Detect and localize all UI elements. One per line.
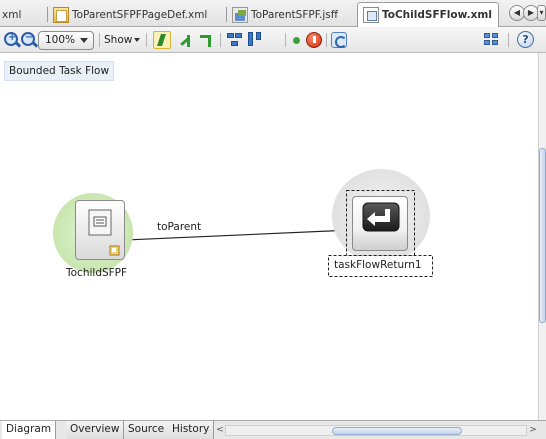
tab-toparentsfpf-jsff[interactable]: ToParentSFPF.jsff: [226, 3, 339, 27]
scroll-left-icon[interactable]: <: [215, 423, 225, 438]
toolbar-divider: [220, 33, 221, 47]
zoom-level-select[interactable]: 100%: [38, 31, 94, 50]
tab-label: ToParentSFPF.jsff: [251, 9, 339, 21]
align-vertical-icon[interactable]: [248, 32, 264, 48]
error-stop-icon[interactable]: [306, 32, 322, 48]
refresh-diagram-icon[interactable]: [331, 32, 347, 48]
jsff-file-icon: [232, 7, 248, 23]
horizontal-scroll-thumb[interactable]: [332, 427, 462, 435]
return-activity-box[interactable]: [352, 196, 408, 251]
chevron-down-icon: [80, 38, 88, 43]
tab-overview[interactable]: Overview: [66, 421, 125, 439]
diagram-canvas[interactable]: Bounded Task Flow toParent TochildSFPF t…: [0, 53, 538, 420]
tab-tochildsfflow[interactable]: ToChildSFFlow.xml: [357, 2, 499, 27]
tab-label: ToParentSFPFPageDef.xml: [72, 9, 208, 21]
select-tool-icon[interactable]: [153, 31, 171, 49]
xml-file-icon: [53, 7, 69, 23]
editor-view-tabs: Diagram Overview Source History < >: [0, 420, 546, 439]
editor-tab-strip: xml ToParentSFPFPageDef.xml ToParentSFPF…: [0, 0, 546, 27]
tab-diagram[interactable]: Diagram: [2, 421, 57, 439]
toolbar-divider: [285, 33, 286, 47]
green-dot-icon[interactable]: [293, 37, 300, 44]
help-icon[interactable]: ?: [517, 31, 534, 48]
control-flow-case-icon[interactable]: [178, 32, 194, 48]
tab-history[interactable]: History: [168, 421, 215, 439]
zoom-in-button[interactable]: +: [4, 32, 20, 48]
toolbar-divider: [99, 33, 100, 47]
tab-separator: [47, 7, 48, 22]
horizontal-scrollbar[interactable]: < >: [215, 423, 546, 438]
show-label: Show: [104, 34, 133, 46]
toolbar-divider: [326, 33, 327, 47]
zoom-out-icon: −: [21, 32, 35, 46]
tab-separator: [226, 7, 227, 22]
tab-source[interactable]: Source: [124, 421, 170, 439]
chevron-down-icon: [134, 38, 141, 42]
show-menu-button[interactable]: Show: [104, 32, 141, 48]
tab-toparentsfpfpagedef[interactable]: ToParentSFPFPageDef.xml: [47, 3, 208, 27]
toolbar-divider: [146, 33, 147, 47]
taskflow-file-icon: [363, 7, 379, 23]
return-activity-label: taskFlowReturn1: [334, 259, 422, 271]
vertical-scroll-thumb[interactable]: [539, 148, 546, 323]
vertical-scrollbar[interactable]: [538, 53, 546, 420]
zoom-out-button[interactable]: −: [21, 32, 37, 48]
horizontal-scroll-track[interactable]: [225, 425, 527, 436]
tab-label: xml: [2, 9, 22, 21]
zoom-level-value: 100%: [45, 34, 76, 46]
tab-list-dropdown-icon[interactable]: ▾: [537, 5, 546, 21]
tab-xml[interactable]: xml: [2, 3, 21, 27]
wildcard-flow-icon[interactable]: [198, 32, 214, 48]
layout-grid-icon[interactable]: [484, 33, 500, 47]
align-horizontal-icon[interactable]: [227, 32, 243, 48]
tab-label: ToChildSFFlow.xml: [382, 9, 492, 21]
toolbar-divider: [508, 33, 509, 47]
zoom-in-icon: +: [4, 32, 18, 46]
scroll-right-icon[interactable]: >: [528, 423, 538, 438]
diagram-toolbar: + − 100% Show ?: [0, 27, 546, 53]
selection-outline: [328, 190, 433, 277]
return-arrow-icon: [362, 202, 400, 232]
